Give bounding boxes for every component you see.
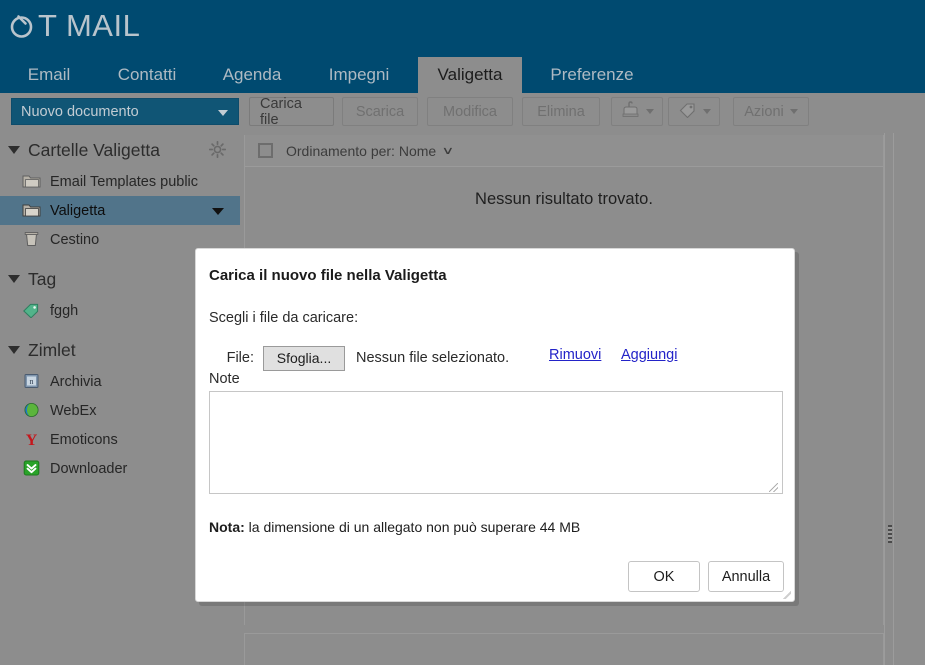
dialog-resize-grip-icon[interactable]: [782, 590, 791, 599]
move-to-folder-button[interactable]: [611, 97, 663, 126]
download-button[interactable]: Scarica: [342, 97, 418, 126]
app-header: T MAIL Email Contatti Agenda Impegni Val…: [0, 0, 925, 93]
upload-file-button[interactable]: Carica file: [249, 95, 334, 128]
application-window: T MAIL Email Contatti Agenda Impegni Val…: [0, 0, 925, 665]
sidebar-item-email-templates-public[interactable]: Email Templates public: [0, 167, 240, 196]
size-note: Nota: la dimensione di un allegato non p…: [209, 519, 580, 535]
sidebar-group-folders[interactable]: Cartelle Valigetta: [0, 133, 240, 167]
tab-email[interactable]: Email: [12, 57, 86, 93]
tab-preferenze[interactable]: Preferenze: [530, 57, 654, 93]
archive-icon: n: [22, 373, 41, 390]
triangle-down-icon: [8, 146, 20, 154]
sidebar-item-label: Downloader: [50, 460, 128, 477]
tab-valigetta[interactable]: Valigetta: [418, 57, 522, 93]
delete-label: Elimina: [537, 103, 585, 120]
chevron-down-icon: [789, 109, 798, 114]
sidebar-group-tag-label: Tag: [28, 268, 57, 289]
trash-icon: [22, 231, 41, 248]
dialog-subtitle: Scegli i file da caricare:: [209, 310, 359, 326]
sort-by-control[interactable]: Ordinamento per: Nome ∨: [286, 142, 455, 159]
app-logo-text: T MAIL: [38, 8, 141, 43]
chevron-down-icon: [218, 110, 228, 116]
delete-button[interactable]: Elimina: [522, 97, 600, 126]
splitter-grip-icon: [888, 525, 892, 543]
download-double-chevron-icon: [22, 460, 41, 477]
preview-pane: [244, 633, 884, 665]
ok-button[interactable]: OK: [628, 561, 700, 592]
empty-state-message: Nessun risultato trovato.: [475, 190, 653, 208]
new-document-button[interactable]: Nuovo documento: [11, 98, 239, 125]
tab-agenda[interactable]: Agenda: [204, 57, 300, 93]
size-note-text: la dimensione di un allegato non può sup…: [244, 519, 581, 535]
remove-file-link[interactable]: Rimuovi: [549, 347, 601, 363]
triangle-down-icon: [8, 346, 20, 354]
app-logo: T MAIL: [8, 8, 140, 44]
edit-label: Modifica: [443, 103, 497, 120]
folder-icon: [22, 202, 41, 219]
upload-file-dialog: Carica il nuovo file nella Valigetta Sce…: [195, 248, 795, 602]
sort-direction-icon: ∨: [441, 144, 455, 157]
sidebar-item-label: WebEx: [50, 402, 97, 419]
main-tabs: Email Contatti Agenda Impegni Valigetta …: [0, 57, 925, 93]
sidebar-group-folders-label: Cartelle Valigetta: [28, 139, 160, 160]
size-note-prefix: Nota:: [209, 519, 245, 535]
select-all-checkbox[interactable]: [258, 143, 273, 158]
chevron-down-icon[interactable]: [212, 208, 224, 215]
globe-icon: [22, 402, 41, 419]
browse-button[interactable]: Sfoglia...: [263, 345, 345, 371]
cancel-button[interactable]: Annulla: [708, 561, 784, 592]
upload-file-label: Carica file: [260, 95, 302, 128]
tag-icon: [22, 302, 41, 319]
triangle-down-icon: [8, 275, 20, 283]
sidebar-item-label: Email Templates public: [50, 173, 199, 190]
sidebar-item-label: fggh: [50, 302, 79, 319]
sidebar-item-label: Cestino: [50, 231, 100, 248]
tag-button[interactable]: [668, 97, 720, 126]
tag-icon: [678, 101, 697, 122]
move-to-folder-icon: [621, 101, 640, 122]
gear-icon[interactable]: [208, 140, 227, 159]
edit-button[interactable]: Modifica: [427, 97, 513, 126]
add-file-link[interactable]: Aggiungi: [621, 347, 677, 363]
chevron-down-icon: [702, 109, 711, 114]
file-label: File:: [226, 350, 254, 366]
actions-label: Azioni: [744, 103, 784, 120]
sidebar-item-label: Valigetta: [50, 202, 106, 219]
folder-icon: [22, 173, 41, 190]
tab-contatti[interactable]: Contatti: [98, 57, 196, 93]
list-header: Ordinamento per: Nome ∨: [245, 135, 883, 167]
sidebar-item-label: Archivia: [50, 373, 102, 390]
vertical-splitter[interactable]: [884, 133, 894, 665]
svg-text:n: n: [30, 377, 34, 386]
circle-slash-icon: [8, 13, 35, 40]
right-margin: [894, 133, 925, 665]
dialog-title: Carica il nuovo file nella Valigetta: [209, 267, 447, 284]
download-label: Scarica: [355, 103, 405, 120]
sidebar-item-valigetta[interactable]: Valigetta: [0, 196, 240, 225]
file-input-row: File: Sfoglia... Nessun file selezionato…: [209, 345, 783, 371]
svg-text:Y: Y: [26, 432, 38, 447]
tab-impegni[interactable]: Impegni: [308, 57, 410, 93]
file-status-text: Nessun file selezionato.: [356, 350, 510, 366]
sidebar-item-label: Emoticons: [50, 431, 118, 448]
new-document-label: Nuovo documento: [21, 103, 139, 120]
sort-by-label: Ordinamento per: Nome: [286, 142, 437, 159]
note-label: Note: [209, 371, 240, 387]
yahoo-y-icon: Y: [22, 431, 41, 449]
note-textarea[interactable]: [209, 391, 783, 494]
chevron-down-icon: [645, 109, 654, 114]
sidebar-group-zimlet-label: Zimlet: [28, 339, 76, 360]
actions-button[interactable]: Azioni: [733, 97, 809, 126]
